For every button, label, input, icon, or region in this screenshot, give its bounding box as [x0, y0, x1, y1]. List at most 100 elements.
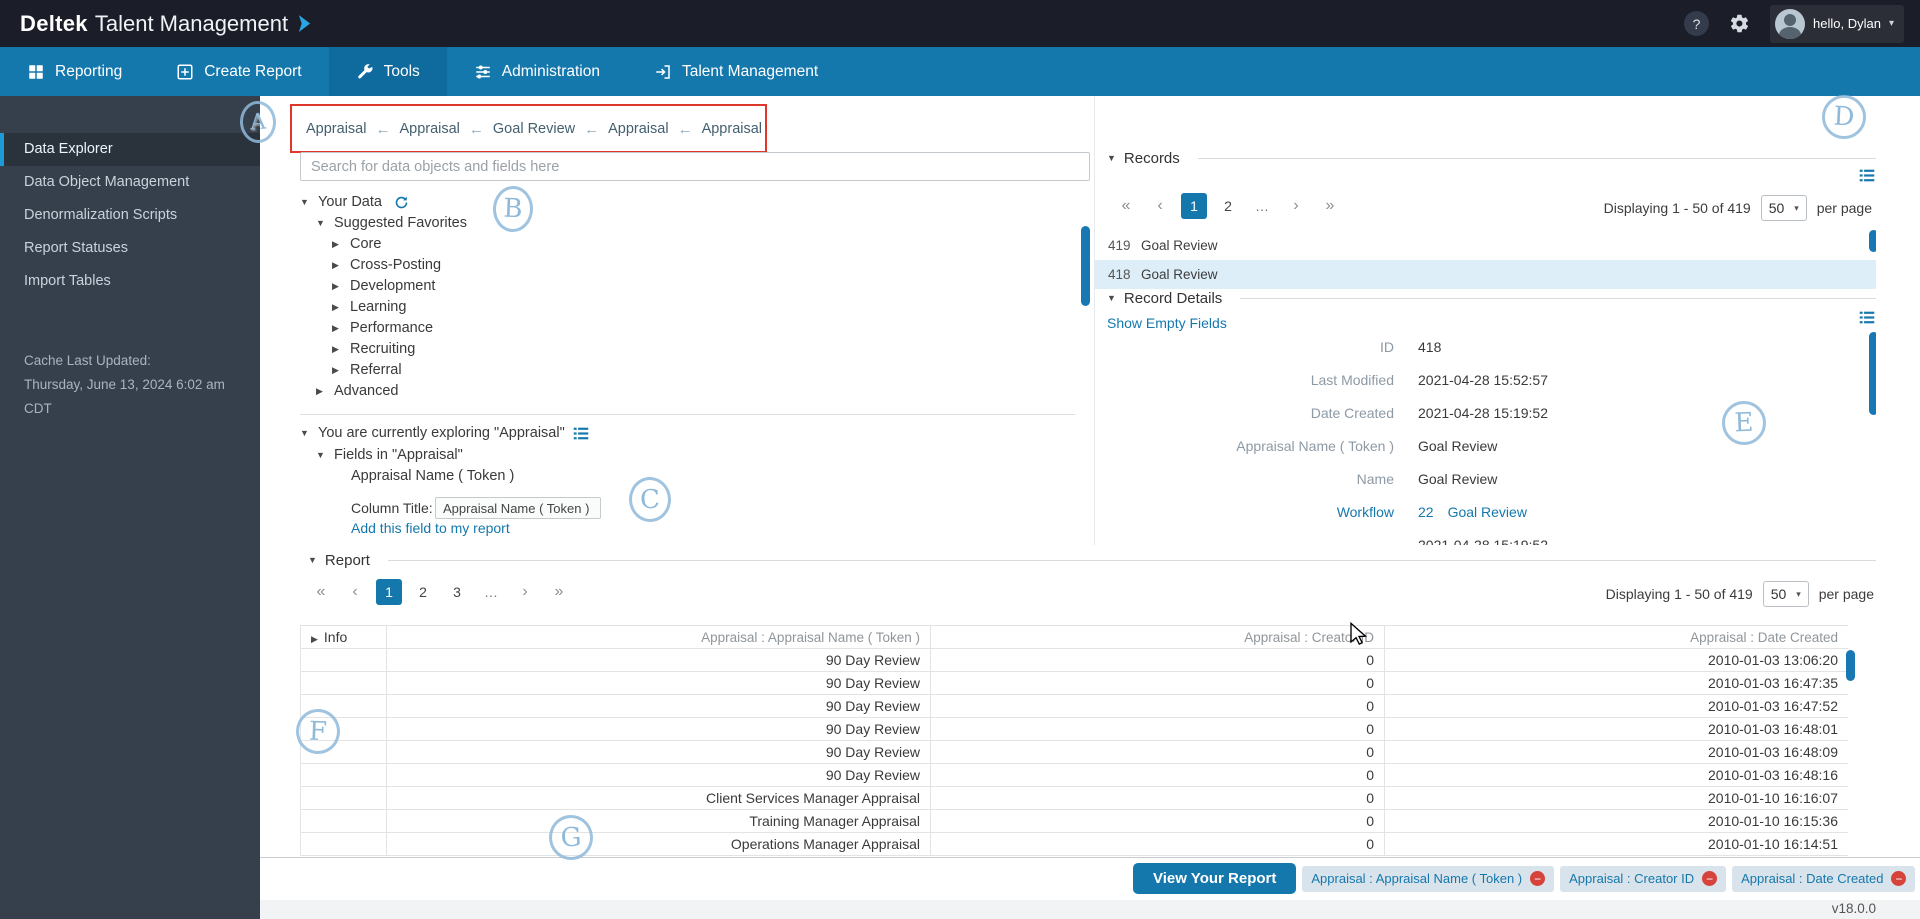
field-chip-appraisal-name[interactable]: Appraisal : Appraisal Name ( Token ) −	[1302, 866, 1554, 892]
tree-node-performance[interactable]: ▶ Performance	[332, 318, 433, 339]
tree-node-advanced[interactable]: ▶ Advanced	[316, 381, 399, 402]
remove-field-icon[interactable]: −	[1702, 871, 1717, 886]
tree-advanced-label[interactable]: Advanced	[334, 381, 399, 402]
prev-page-button[interactable]: ‹	[1147, 193, 1173, 219]
tree-node-referral[interactable]: ▶ Referral	[332, 360, 402, 381]
caret-expanded-icon[interactable]: ▼	[316, 213, 326, 234]
tree-node-your-data[interactable]: ▼ Your Data	[300, 192, 409, 213]
details-scrollbar-thumb[interactable]	[1869, 332, 1876, 415]
detail-list-icon[interactable]	[573, 426, 589, 441]
caret-collapsed-icon[interactable]: ▶	[332, 360, 342, 381]
sidebar-item-denormalization-scripts[interactable]: Denormalization Scripts	[0, 199, 260, 232]
caret-expanded-icon[interactable]: ▼	[308, 555, 317, 565]
report-scrollbar-thumb[interactable]	[1846, 650, 1855, 681]
nav-talent-management[interactable]: Talent Management	[627, 47, 845, 96]
tree-suggested-favorites-label[interactable]: Suggested Favorites	[334, 213, 467, 234]
caret-collapsed-icon[interactable]: ▶	[311, 634, 318, 644]
first-page-button[interactable]: «	[1113, 193, 1139, 219]
breadcrumb-item[interactable]: Appraisal	[608, 121, 668, 137]
sidebar-item-report-statuses[interactable]: Report Statuses	[0, 232, 260, 265]
workflow-link-label[interactable]: Workflow	[1107, 504, 1394, 520]
next-page-button[interactable]: ›	[1283, 193, 1309, 219]
page-button-2[interactable]: 2	[410, 579, 436, 605]
remove-field-icon[interactable]: −	[1530, 871, 1545, 886]
add-field-link[interactable]: Add this field to my report	[351, 520, 510, 536]
info-column-header[interactable]: ▶Info	[301, 626, 387, 649]
tree-node-development[interactable]: ▶ Development	[332, 276, 435, 297]
caret-collapsed-icon[interactable]: ▶	[332, 234, 342, 255]
nav-administration[interactable]: Administration	[447, 47, 627, 96]
caret-collapsed-icon[interactable]: ▶	[316, 381, 326, 402]
tree-core-label[interactable]: Core	[350, 234, 381, 255]
nav-create-report[interactable]: Create Report	[149, 47, 328, 96]
column-title-input[interactable]	[435, 497, 601, 519]
sidebar-item-data-explorer[interactable]: Data Explorer	[0, 133, 260, 166]
caret-collapsed-icon[interactable]: ▶	[332, 297, 342, 318]
help-icon[interactable]: ?	[1684, 11, 1709, 36]
record-list-item-418[interactable]: 418 Goal Review	[1095, 260, 1876, 289]
tree-referral-label[interactable]: Referral	[350, 360, 402, 381]
caret-expanded-icon[interactable]: ▼	[316, 445, 326, 466]
column-header-appraisal-name[interactable]: Appraisal : Appraisal Name ( Token )	[387, 626, 931, 649]
breadcrumb-item[interactable]: Appraisal	[399, 121, 459, 137]
caret-collapsed-icon[interactable]: ▶	[332, 276, 342, 297]
next-page-button[interactable]: ›	[512, 579, 538, 605]
column-header-date-created[interactable]: Appraisal : Date Created	[1385, 626, 1849, 649]
nav-reporting[interactable]: Reporting	[0, 47, 149, 96]
tree-node-learning[interactable]: ▶ Learning	[332, 297, 406, 318]
tree-your-data-label[interactable]: Your Data	[318, 192, 382, 213]
remove-field-icon[interactable]: −	[1891, 871, 1906, 886]
tree-development-label[interactable]: Development	[350, 276, 435, 297]
caret-expanded-icon[interactable]: ▼	[1107, 293, 1116, 303]
tree-recruiting-label[interactable]: Recruiting	[350, 339, 415, 360]
show-empty-fields-link[interactable]: Show Empty Fields	[1107, 315, 1227, 331]
records-list-view-icon[interactable]	[1859, 168, 1875, 183]
breadcrumb-item[interactable]: Appraisal	[702, 121, 762, 137]
breadcrumb-item[interactable]: Goal Review	[493, 121, 575, 137]
column-header-creator-id[interactable]: Appraisal : Creator ID	[931, 626, 1385, 649]
tree-learning-label[interactable]: Learning	[350, 297, 406, 318]
exploring-node[interactable]: ▼ You are currently exploring "Appraisal…	[300, 423, 589, 444]
record-list-item-419[interactable]: 419 Goal Review	[1095, 231, 1876, 260]
refresh-icon[interactable]	[394, 195, 409, 210]
workflow-value[interactable]: 22Goal Review	[1418, 504, 1527, 520]
report-per-page-select[interactable]: 50 ▾	[1763, 581, 1809, 607]
caret-expanded-icon[interactable]: ▼	[300, 423, 310, 444]
tree-cross-posting-label[interactable]: Cross-Posting	[350, 255, 441, 276]
page-button-3[interactable]: 3	[444, 579, 470, 605]
breadcrumb-item[interactable]: Appraisal	[306, 121, 366, 137]
field-chip-creator-id[interactable]: Appraisal : Creator ID −	[1560, 866, 1726, 892]
tree-node-core[interactable]: ▶ Core	[332, 234, 381, 255]
records-per-page-select[interactable]: 50 ▾	[1761, 195, 1807, 221]
page-button-1[interactable]: 1	[376, 579, 402, 605]
caret-collapsed-icon[interactable]: ▶	[332, 318, 342, 339]
prev-page-button[interactable]: ‹	[342, 579, 368, 605]
caret-collapsed-icon[interactable]: ▶	[332, 255, 342, 276]
tree-node-recruiting[interactable]: ▶ Recruiting	[332, 339, 415, 360]
last-page-button[interactable]: »	[546, 579, 572, 605]
user-menu[interactable]: hello, Dylan ▾	[1770, 5, 1904, 43]
workflow-name-link[interactable]: Goal Review	[1448, 504, 1527, 520]
last-page-button[interactable]: »	[1317, 193, 1343, 219]
field-node[interactable]: Appraisal Name ( Token )	[351, 466, 514, 487]
page-button-1[interactable]: 1	[1181, 193, 1207, 219]
view-your-report-button[interactable]: View Your Report	[1133, 863, 1296, 894]
tree-node-cross-posting[interactable]: ▶ Cross-Posting	[332, 255, 441, 276]
fields-in-node[interactable]: ▼ Fields in "Appraisal"	[316, 445, 463, 466]
details-list-view-icon[interactable]	[1859, 310, 1875, 325]
settings-gear-icon[interactable]	[1729, 13, 1750, 34]
page-button-2[interactable]: 2	[1215, 193, 1241, 219]
field-chip-date-created[interactable]: Appraisal : Date Created −	[1732, 866, 1915, 892]
sidebar-item-import-tables[interactable]: Import Tables	[0, 265, 260, 298]
sidebar-item-data-object-management[interactable]: Data Object Management	[0, 166, 260, 199]
field-name-label[interactable]: Appraisal Name ( Token )	[351, 466, 514, 487]
tree-performance-label[interactable]: Performance	[350, 318, 433, 339]
search-input[interactable]	[300, 152, 1090, 181]
caret-expanded-icon[interactable]: ▼	[300, 192, 310, 213]
caret-collapsed-icon[interactable]: ▶	[332, 339, 342, 360]
caret-expanded-icon[interactable]: ▼	[1107, 153, 1116, 163]
nav-tools[interactable]: Tools	[329, 47, 447, 96]
first-page-button[interactable]: «	[308, 579, 334, 605]
tree-node-suggested-favorites[interactable]: ▼ Suggested Favorites	[316, 213, 467, 234]
records-scrollbar-thumb[interactable]	[1869, 230, 1876, 252]
